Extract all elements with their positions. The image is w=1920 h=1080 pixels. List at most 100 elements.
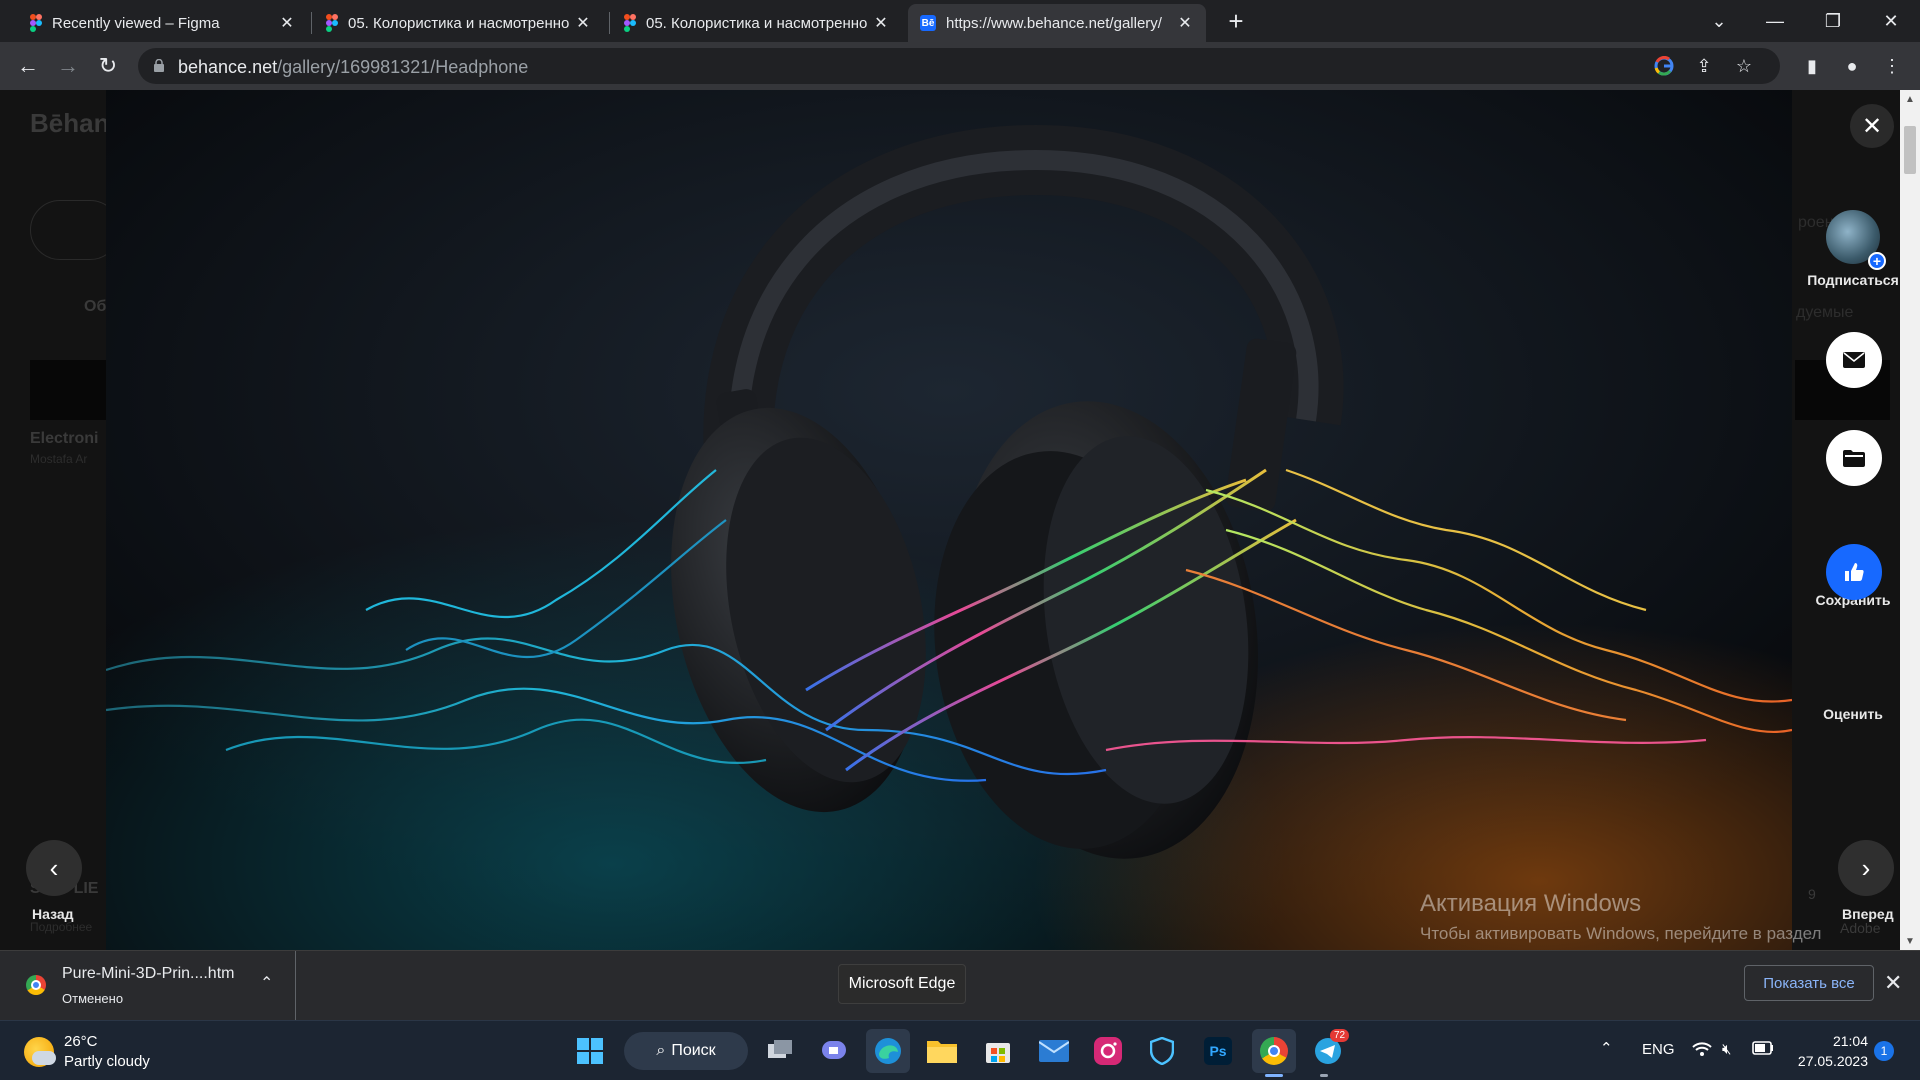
volume-muted-icon[interactable]: 🔇︎ bbox=[1722, 1041, 1731, 1058]
tab-behance[interactable]: Bē https://www.behance.net/gallery/ ✕ bbox=[908, 4, 1206, 42]
clock-date: 27.05.2023 bbox=[1797, 1053, 1868, 1069]
windows-icon bbox=[577, 1038, 603, 1064]
weather-cloud-icon bbox=[32, 1051, 56, 1065]
store-icon[interactable] bbox=[976, 1029, 1020, 1073]
clock-time: 21:04 bbox=[1832, 1033, 1868, 1049]
menu-icon[interactable]: ⋮ bbox=[1876, 50, 1908, 82]
scroll-thumb[interactable] bbox=[1904, 126, 1916, 174]
follow-plus-icon[interactable]: + bbox=[1868, 252, 1886, 270]
figma-icon bbox=[30, 14, 42, 32]
tab-figma-koloristika-1[interactable]: 05. Колористика и насмотренно ✕ bbox=[314, 4, 604, 42]
browser-tab-strip: Recently viewed – Figma ✕ 05. Колористик… bbox=[0, 0, 1920, 42]
watermark-title: Активация Windows bbox=[1420, 890, 1642, 917]
bookmark-star-icon[interactable]: ☆ bbox=[1728, 50, 1760, 82]
new-tab-button[interactable]: + bbox=[1222, 6, 1250, 36]
url-text: behance.net/gallery/169981321/Headphone bbox=[178, 57, 529, 77]
scroll-up-icon[interactable]: ▲ bbox=[1900, 90, 1920, 108]
minimize-button[interactable]: — bbox=[1752, 0, 1798, 42]
web-page: Bēhan Об Electroni Mostafa Ar SUPPLIE По… bbox=[0, 90, 1920, 950]
battery-icon[interactable] bbox=[1752, 1041, 1774, 1059]
google-icon[interactable] bbox=[1648, 50, 1680, 82]
behance-logo: Bēhan bbox=[30, 108, 110, 138]
edge-icon[interactable] bbox=[866, 1029, 910, 1073]
teams-chat-icon[interactable] bbox=[812, 1029, 856, 1073]
system-clock[interactable]: 21:04 27.05.2023 bbox=[1786, 1031, 1868, 1071]
tab-title: https://www.behance.net/gallery/ bbox=[946, 14, 1162, 32]
download-status: Отменено bbox=[62, 991, 124, 1006]
close-icon[interactable]: ✕ bbox=[278, 14, 296, 32]
browser-toolbar: ← → ↻ behance.net/gallery/169981321/Head… bbox=[0, 42, 1920, 90]
weather-temperature: 26°C bbox=[64, 1033, 98, 1050]
tab-search-icon[interactable]: ⌄ bbox=[1696, 0, 1742, 42]
weather-condition: Partly cloudy bbox=[64, 1053, 150, 1070]
photoshop-icon[interactable]: Ps bbox=[1196, 1029, 1240, 1073]
watermark-sub: Чтобы активировать Windows, перейдите в … bbox=[1420, 924, 1822, 950]
profile-icon[interactable]: ● bbox=[1836, 50, 1868, 82]
rate-label[interactable]: Оценить bbox=[1790, 706, 1916, 722]
start-button[interactable] bbox=[568, 1029, 612, 1073]
next-button[interactable]: › bbox=[1838, 840, 1894, 896]
notification-badge[interactable]: 1 bbox=[1874, 1041, 1894, 1061]
telegram-badge: 72 bbox=[1330, 1029, 1350, 1042]
figma-icon bbox=[624, 14, 636, 32]
taskbar-tooltip: Microsoft Edge bbox=[838, 964, 966, 1004]
bg-tab-label: Об bbox=[84, 298, 107, 315]
back-icon[interactable]: ← bbox=[12, 50, 44, 82]
side-panel-icon[interactable]: ▮ bbox=[1796, 50, 1828, 82]
tab-figma-koloristika-2[interactable]: 05. Колористика и насмотренно ✕ bbox=[612, 4, 902, 42]
previous-button[interactable]: ‹ bbox=[26, 840, 82, 896]
taskbar-search[interactable]: ⌕ Поиск bbox=[624, 1032, 748, 1070]
bg-card-title: Electroni bbox=[30, 430, 99, 447]
back-label[interactable]: Назад bbox=[32, 906, 74, 922]
close-icon[interactable]: ✕ bbox=[1884, 970, 1902, 996]
bg-right-sub: дуемые bbox=[1796, 304, 1854, 321]
telegram-icon[interactable]: 72 bbox=[1306, 1029, 1350, 1073]
save-button[interactable] bbox=[1826, 430, 1882, 486]
subscribe-label[interactable]: Подписаться bbox=[1790, 272, 1916, 288]
lock-icon bbox=[154, 59, 164, 72]
modal-close-button[interactable]: ✕ bbox=[1850, 104, 1894, 148]
search-label: Поиск bbox=[671, 1042, 716, 1059]
mail-icon[interactable] bbox=[1032, 1029, 1076, 1073]
appreciate-button[interactable] bbox=[1826, 544, 1882, 600]
show-all-downloads-button[interactable]: Показать все bbox=[1744, 965, 1874, 1001]
download-item[interactable]: Pure-Mini-3D-Prin....htm Отменено ⌃ bbox=[18, 951, 296, 1021]
windows-activation-watermark: Активация Windows Чтобы активировать Win… bbox=[1420, 890, 1860, 950]
tab-figma-recent[interactable]: Recently viewed – Figma ✕ bbox=[18, 4, 308, 42]
behance-icon: Bē bbox=[920, 15, 936, 31]
figma-icon bbox=[326, 14, 338, 32]
close-window-button[interactable]: ✕ bbox=[1868, 0, 1914, 42]
envelope-icon bbox=[1843, 352, 1865, 368]
chrome-icon bbox=[26, 975, 46, 995]
tab-title: 05. Колористика и насмотренно bbox=[646, 14, 868, 32]
page-scrollbar[interactable]: ▲ ▼ bbox=[1900, 90, 1920, 950]
download-filename: Pure-Mini-3D-Prin....htm bbox=[62, 965, 235, 982]
restore-button[interactable]: ❐ bbox=[1810, 0, 1856, 42]
task-view-icon[interactable] bbox=[758, 1029, 802, 1073]
security-shield-icon[interactable] bbox=[1140, 1029, 1184, 1073]
thumbs-up-icon bbox=[1845, 563, 1864, 581]
close-icon[interactable]: ✕ bbox=[872, 14, 890, 32]
show-hidden-icons[interactable]: ⌃ bbox=[1600, 1039, 1613, 1057]
bg-card-author: Mostafa Ar bbox=[30, 452, 88, 466]
reload-icon[interactable]: ↻ bbox=[92, 50, 124, 82]
chrome-taskbar-icon[interactable] bbox=[1252, 1029, 1296, 1073]
project-image-headphone bbox=[106, 90, 1792, 950]
close-icon[interactable]: ✕ bbox=[1176, 14, 1194, 32]
close-icon[interactable]: ✕ bbox=[574, 14, 592, 32]
scroll-down-icon[interactable]: ▼ bbox=[1900, 932, 1920, 950]
tab-title: 05. Колористика и насмотренно bbox=[348, 14, 570, 32]
bg-bottom-sub: Подробнее bbox=[30, 920, 93, 934]
share-icon[interactable]: ⇪ bbox=[1688, 50, 1720, 82]
file-explorer-icon[interactable] bbox=[920, 1029, 964, 1073]
instagram-icon[interactable] bbox=[1086, 1029, 1130, 1073]
forward-icon[interactable]: → bbox=[52, 50, 84, 82]
language-indicator[interactable]: ENG bbox=[1642, 1041, 1675, 1058]
windows-taskbar: 26°C Partly cloudy ⌕ Поиск Ps 72 ⌃ ENG 🔇… bbox=[0, 1020, 1920, 1080]
wifi-icon[interactable] bbox=[1692, 1041, 1712, 1061]
address-bar[interactable]: behance.net/gallery/169981321/Headphone … bbox=[138, 48, 1780, 84]
tab-title: Recently viewed – Figma bbox=[52, 14, 220, 32]
headphone-artwork bbox=[106, 90, 1792, 950]
message-button[interactable] bbox=[1826, 332, 1882, 388]
chevron-up-icon[interactable]: ⌃ bbox=[260, 973, 273, 993]
